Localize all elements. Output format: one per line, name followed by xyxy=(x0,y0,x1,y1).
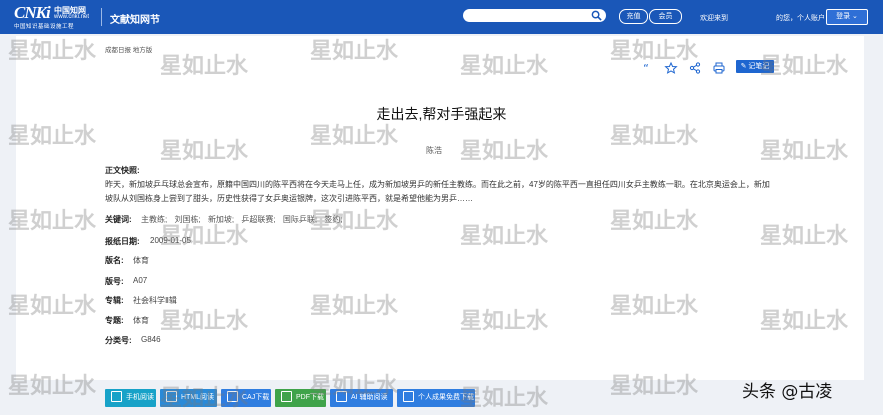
column-label: 版名: xyxy=(105,256,124,265)
watermark: 星如止水 xyxy=(760,224,849,249)
login-button[interactable]: 登录 ⌄ xyxy=(826,9,868,25)
watermark: 星如止水 xyxy=(460,386,549,411)
class-value: G846 xyxy=(141,335,161,344)
watermark: 星如止水 xyxy=(160,386,249,411)
article-title: 走出去,帮对手强起来 xyxy=(376,106,507,122)
watermark: 星如止水 xyxy=(760,309,849,334)
watermark: 星如止水 xyxy=(8,374,97,399)
watermark: 星如止水 xyxy=(310,209,399,234)
watermark: 星如止水 xyxy=(760,54,849,79)
watermark: 星如止水 xyxy=(610,124,699,149)
date-label: 报纸日期: xyxy=(105,237,140,246)
search-icon[interactable] xyxy=(591,10,602,21)
header-divider xyxy=(101,8,102,26)
watermark: 星如止水 xyxy=(8,124,97,149)
mobile-read-label: 手机阅读 xyxy=(126,394,154,401)
watermark: 星如止水 xyxy=(160,224,249,249)
watermark: 星如止水 xyxy=(160,54,249,79)
top-bar: CNKi 中国知网 www.cnki.net 中国知识基础设施工程 文献知网节 … xyxy=(0,0,883,34)
login-label: 登录 xyxy=(836,13,851,20)
search-input[interactable] xyxy=(463,9,606,22)
watermark: 星如止水 xyxy=(760,139,849,164)
cnki-logo[interactable]: CNKi 中国知网 www.cnki.net 中国知识基础设施工程 xyxy=(14,3,98,30)
vip-button[interactable]: 会员 xyxy=(649,9,682,24)
article-card xyxy=(16,36,864,380)
watermark: 星如止水 xyxy=(460,54,549,79)
page-value: A07 xyxy=(133,276,148,285)
watermark: 星如止水 xyxy=(160,139,249,164)
chevron-down-icon: ⌄ xyxy=(852,13,858,20)
watermark: 星如止水 xyxy=(610,209,699,234)
watermark: 星如止水 xyxy=(310,294,399,319)
class-label: 分类号: xyxy=(105,336,132,345)
watermark: 星如止水 xyxy=(610,294,699,319)
column-value: 体育 xyxy=(133,256,149,265)
watermark: 星如止水 xyxy=(310,39,399,64)
mobile-read-button[interactable]: 手机阅读 xyxy=(105,389,156,407)
watermark: 星如止水 xyxy=(8,294,97,319)
watermark: 星如止水 xyxy=(310,374,399,399)
watermark: 星如止水 xyxy=(8,39,97,64)
watermark: 星如止水 xyxy=(610,39,699,64)
logo-url: www.cnki.net xyxy=(54,14,90,20)
download-icon xyxy=(403,390,414,402)
newspaper-source[interactable]: 成都日报 地方版 xyxy=(105,44,152,54)
abstract-label: 正文快照: xyxy=(105,166,140,175)
page-label: 版号: xyxy=(105,277,124,286)
series-label: 专辑: xyxy=(105,296,124,305)
watermark: 星如止水 xyxy=(610,374,699,399)
recharge-button[interactable]: 充值 xyxy=(619,9,648,24)
print-icon[interactable] xyxy=(712,61,726,75)
article-author[interactable]: 陈浩 xyxy=(0,145,868,156)
logo-subtitle: 中国知识基础设施工程 xyxy=(14,24,75,30)
watermark: 星如止水 xyxy=(460,224,549,249)
watermark: 星如止水 xyxy=(8,209,97,234)
logo-mark: CNKi xyxy=(14,3,51,22)
watermark: 星如止水 xyxy=(460,139,549,164)
pencil-icon: ✎ xyxy=(740,63,747,70)
topic-value[interactable]: 体育 xyxy=(133,315,149,326)
pdf-icon xyxy=(281,390,292,402)
user-account-link[interactable]: 的您，个人账户 xyxy=(776,13,825,23)
keywords-label: 关键词: xyxy=(105,215,132,224)
topic-label: 专题: xyxy=(105,316,124,325)
phone-icon xyxy=(111,390,122,402)
watermark: 星如止水 xyxy=(310,124,399,149)
watermark: 星如止水 xyxy=(160,309,249,334)
site-name[interactable]: 文献知网节 xyxy=(110,11,160,26)
welcome-text: 欢迎来到 xyxy=(700,15,728,22)
abstract-text: 昨天，新加坡乒乓球总会宣布，原籍中国四川的陈平西将在今天走马上任，成为新加坡男乒… xyxy=(105,180,770,203)
source-credit: 头条 @古凌 xyxy=(742,382,833,402)
watermark: 星如止水 xyxy=(460,309,549,334)
